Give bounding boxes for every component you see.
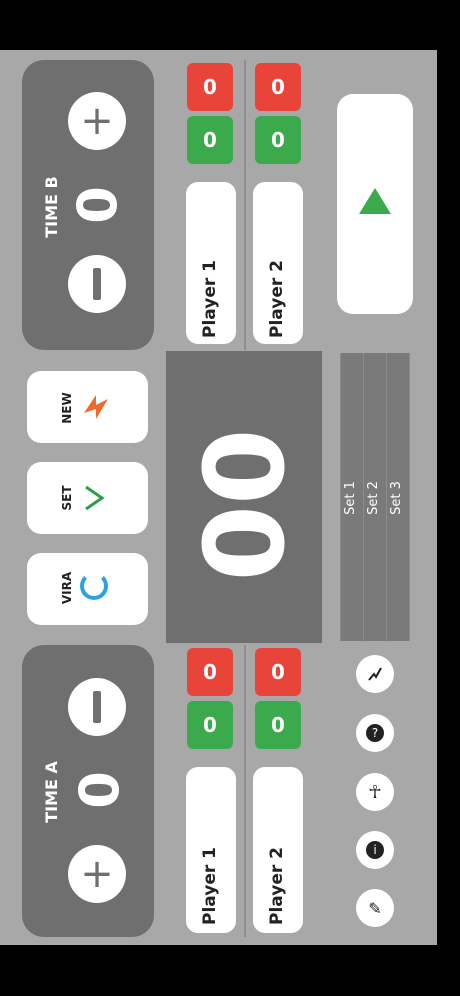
minus-icon (93, 691, 101, 723)
player-divider-bottom (244, 645, 246, 937)
info-icon: i (366, 841, 384, 859)
team-b-player-2-red[interactable]: 0 (255, 63, 301, 111)
bolt-icon (84, 395, 108, 419)
team-a-plus-button[interactable]: + (68, 845, 126, 903)
set-label: SET (60, 485, 74, 511)
center-score: 00 (181, 428, 309, 582)
team-a-player-2-green[interactable]: 0 (255, 701, 301, 749)
team-a-player-1-name: Player 1 (200, 847, 220, 925)
plus-icon: + (80, 98, 114, 144)
team-b-plus-button[interactable]: + (68, 92, 126, 150)
team-b-score: 0 (66, 186, 129, 224)
help-icon: ? (366, 724, 384, 742)
play-icon (359, 188, 391, 214)
scoreboard-screen: TIME A 0 + TIME B 0 + VIRA SET NEW 00 Pl… (0, 50, 437, 945)
team-a-player-2-red[interactable]: 0 (255, 648, 301, 696)
team-a-score: 0 (68, 771, 131, 809)
team-a-player-1-green[interactable]: 0 (187, 701, 233, 749)
team-a-player-1-red[interactable]: 0 (187, 648, 233, 696)
trend-icon (368, 667, 382, 681)
set-1-label: Set 1 (343, 481, 358, 515)
team-b-player-2-name: Player 2 (267, 260, 287, 338)
team-b-player-1-green[interactable]: 0 (187, 116, 233, 164)
set-2-label: Set 2 (366, 481, 381, 515)
help-button[interactable]: ? (356, 714, 394, 752)
team-b-label: TIME B (42, 176, 61, 238)
check-icon (85, 485, 105, 511)
team-b-player-2-green[interactable]: 0 (255, 116, 301, 164)
brush-icon: ✎ (368, 898, 382, 918)
refresh-icon (80, 572, 108, 600)
new-label: NEW (60, 392, 74, 424)
vira-label: VIRA (60, 571, 74, 605)
player-divider (244, 60, 246, 350)
set-3-label: Set 3 (389, 481, 404, 515)
team-a-player-2-name: Player 2 (267, 847, 287, 925)
team-b-player-1-name: Player 1 (200, 260, 220, 338)
team-b-minus-button[interactable] (68, 255, 126, 313)
team-a-minus-button[interactable] (68, 678, 126, 736)
trend-button[interactable] (356, 655, 394, 693)
minus-icon (93, 268, 101, 300)
person-button[interactable]: ☥ (356, 773, 394, 811)
team-b-player-1-red[interactable]: 0 (187, 63, 233, 111)
plus-icon: + (80, 851, 114, 897)
info-button[interactable]: i (356, 831, 394, 869)
brush-button[interactable]: ✎ (356, 889, 394, 927)
team-a-label: TIME A (42, 761, 61, 823)
person-icon: ☥ (368, 781, 382, 803)
